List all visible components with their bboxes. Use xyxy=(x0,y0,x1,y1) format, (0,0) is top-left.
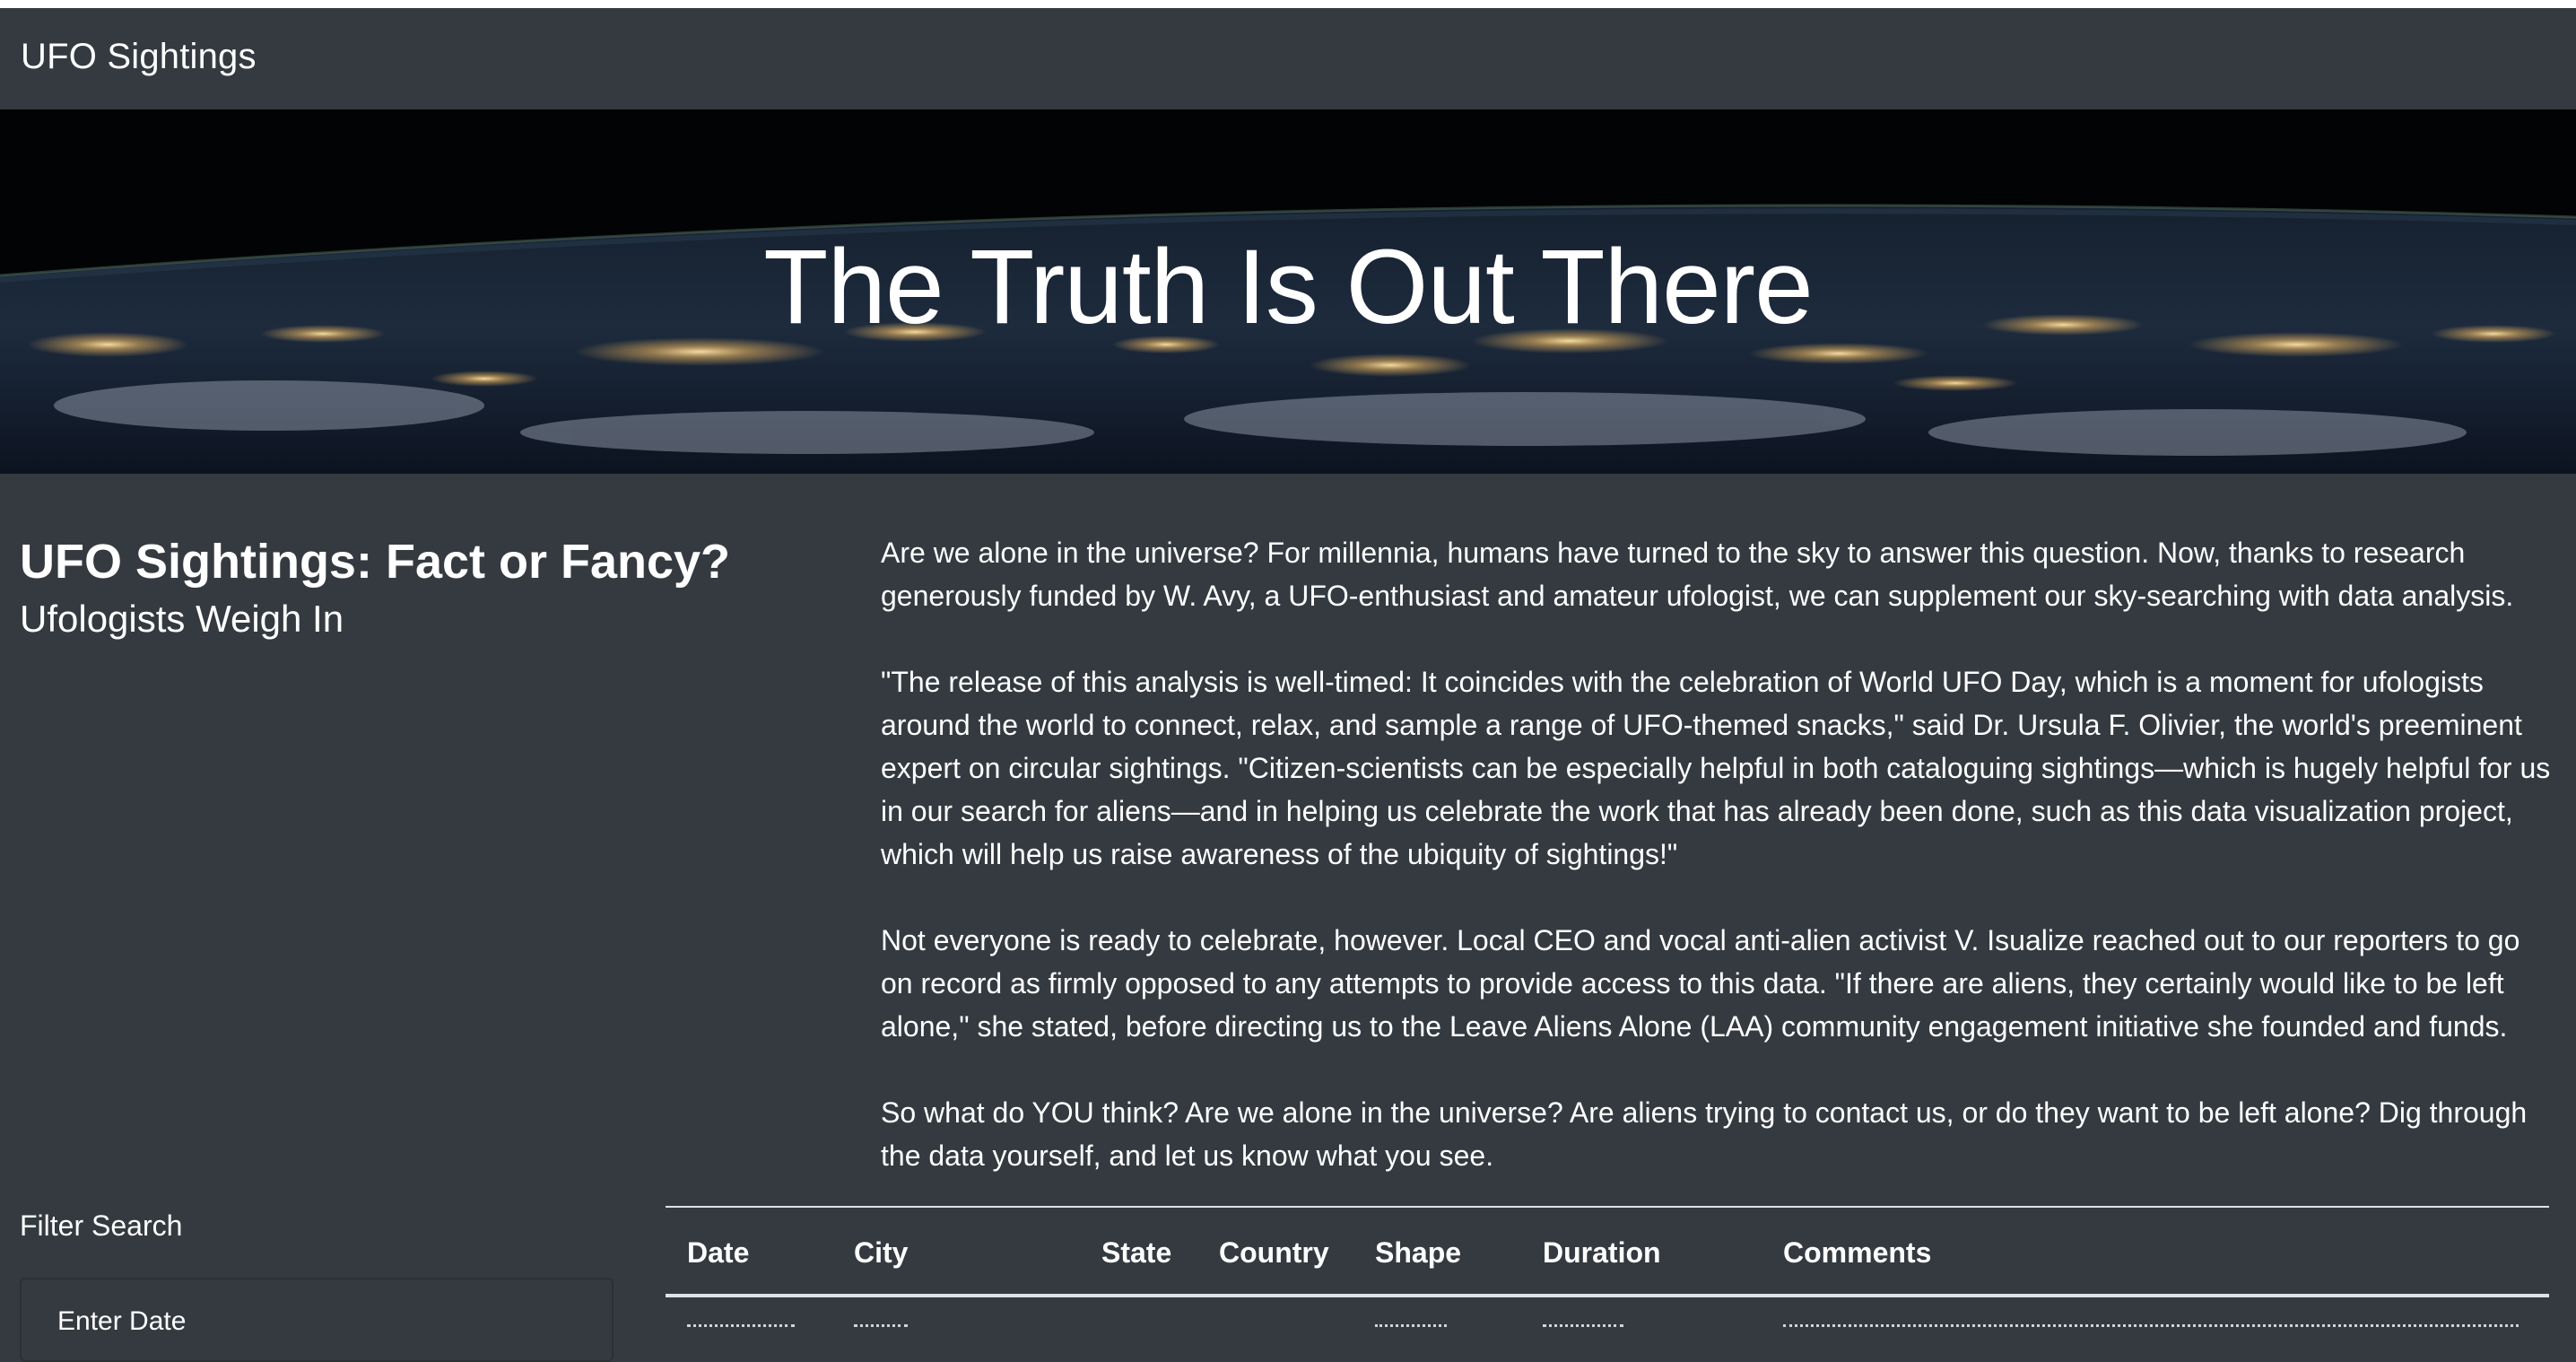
article-paragraph: Are we alone in the universe? For millen… xyxy=(881,537,2514,612)
navbar: UFO Sightings xyxy=(0,8,2576,109)
column-header-duration: Duration xyxy=(1543,1236,1661,1269)
intro-subheading: Ufologists Weigh In xyxy=(20,598,344,640)
filter-search-title: Filter Search xyxy=(20,1209,183,1242)
table-header-row: Date City State Country Shape Duration C… xyxy=(666,1208,2549,1294)
table-row xyxy=(666,1324,2549,1333)
intro-block: UFO Sightings: Fact or Fancy? Ufologists… xyxy=(20,529,827,644)
column-header-shape: Shape xyxy=(1375,1236,1462,1269)
date-filter-label: Enter Date xyxy=(57,1306,187,1336)
column-header-state: State xyxy=(1101,1236,1172,1269)
column-header-comments: Comments xyxy=(1783,1236,1932,1269)
filter-panel: Enter Date xyxy=(20,1278,614,1362)
column-header-city: City xyxy=(854,1236,909,1269)
table-header-border xyxy=(666,1294,2549,1297)
article-paragraph: "The release of this analysis is well-ti… xyxy=(881,666,2551,870)
hero-banner: The Truth Is Out There xyxy=(0,109,2576,474)
article-paragraph: Not everyone is ready to celebrate, howe… xyxy=(881,924,2520,1043)
navbar-brand-link[interactable]: UFO Sightings xyxy=(21,37,257,77)
column-header-country: Country xyxy=(1219,1236,1329,1269)
browser-top-strip xyxy=(0,0,2576,8)
hero-title: The Truth Is Out There xyxy=(763,228,1813,346)
column-header-date: Date xyxy=(687,1236,750,1269)
article-paragraph: So what do YOU think? Are we alone in th… xyxy=(881,1096,2528,1172)
intro-heading: UFO Sightings: Fact or Fancy? xyxy=(20,535,731,589)
article-body: Are we alone in the universe? For millen… xyxy=(881,531,2551,1220)
